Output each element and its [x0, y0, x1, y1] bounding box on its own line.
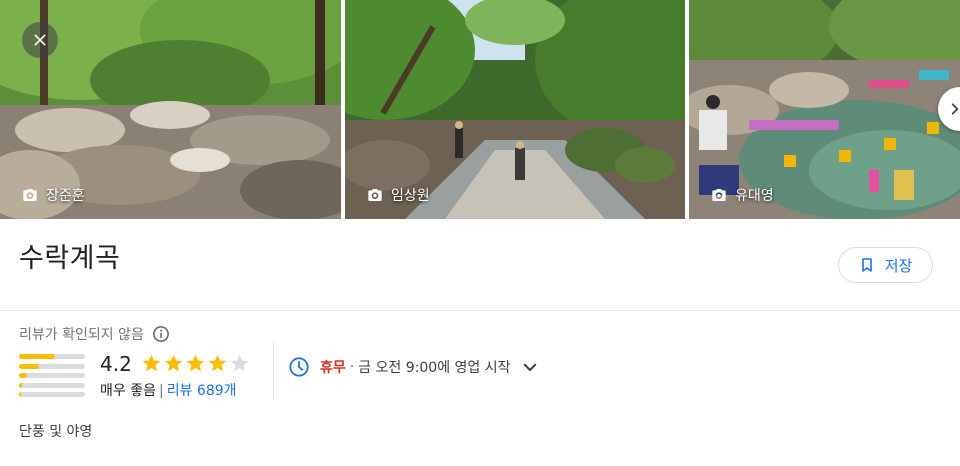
rating-distribution[interactable]	[19, 354, 85, 402]
photo-2[interactable]: 임상원	[345, 0, 685, 219]
save-button[interactable]: 저장	[838, 247, 933, 283]
photo-3[interactable]: 유대영	[689, 0, 960, 219]
chevron-right-icon	[951, 103, 959, 115]
star-icon	[208, 354, 227, 372]
clock-icon	[289, 357, 309, 377]
rating-bar-fill	[19, 382, 23, 388]
section-divider	[0, 310, 960, 311]
photo-strip: 장준훈 임상원 유대영	[0, 0, 960, 219]
rating-bar-3	[19, 373, 85, 378]
chevron-down-icon[interactable]	[521, 358, 539, 376]
star-icon	[164, 354, 183, 372]
rating-bar-1	[19, 392, 85, 397]
rating-word: 매우 좋음	[100, 383, 156, 399]
hours-next-open: 금 오전 9:00에 영업 시작	[358, 360, 511, 376]
rating-bar-4	[19, 363, 85, 369]
star-icon	[230, 354, 249, 372]
rating-bar-5	[19, 354, 85, 359]
photo-author: 장준훈	[46, 188, 85, 204]
opening-hours[interactable]: 휴무 · 금 오전 9:00에 영업 시작	[288, 356, 539, 378]
review-count-link[interactable]: 리뷰 689개	[167, 383, 237, 399]
camera-icon	[23, 189, 37, 201]
unverified-label: 리뷰가 확인되지 않음	[19, 327, 144, 343]
star-rating	[141, 353, 250, 374]
place-category: 단풍 및 야영	[19, 424, 93, 440]
rating-value: 4.2	[100, 352, 132, 376]
separator: |	[158, 383, 164, 399]
photo-credit: 유대영	[711, 185, 774, 205]
photo-author: 유대영	[735, 188, 774, 204]
bookmark-icon	[861, 258, 872, 272]
photo-credit: 장준훈	[22, 185, 85, 205]
save-label: 저장	[884, 256, 913, 275]
close-icon	[34, 34, 46, 46]
rating-bar-fill	[19, 373, 27, 378]
vertical-divider	[273, 342, 274, 400]
rating-summary: 매우 좋음 | 리뷰 689개	[100, 380, 237, 400]
star-icon	[186, 354, 205, 372]
camera-icon	[368, 189, 382, 201]
unverified-reviews-note: 리뷰가 확인되지 않음	[19, 324, 170, 344]
place-title: 수락계곡	[19, 243, 121, 274]
hours-status: 휴무	[320, 360, 346, 376]
rating-bar-fill	[19, 354, 56, 359]
close-button[interactable]	[22, 22, 58, 58]
photo-author: 임상원	[391, 188, 430, 204]
rating-bar-fill	[19, 392, 21, 397]
info-icon[interactable]	[152, 325, 170, 343]
star-icon	[142, 354, 161, 372]
rating-bar-2	[19, 382, 85, 388]
photo-credit: 임상원	[367, 185, 430, 205]
hours-separator: ·	[349, 359, 355, 375]
rating-bar-fill	[19, 363, 39, 369]
camera-icon	[712, 189, 726, 201]
